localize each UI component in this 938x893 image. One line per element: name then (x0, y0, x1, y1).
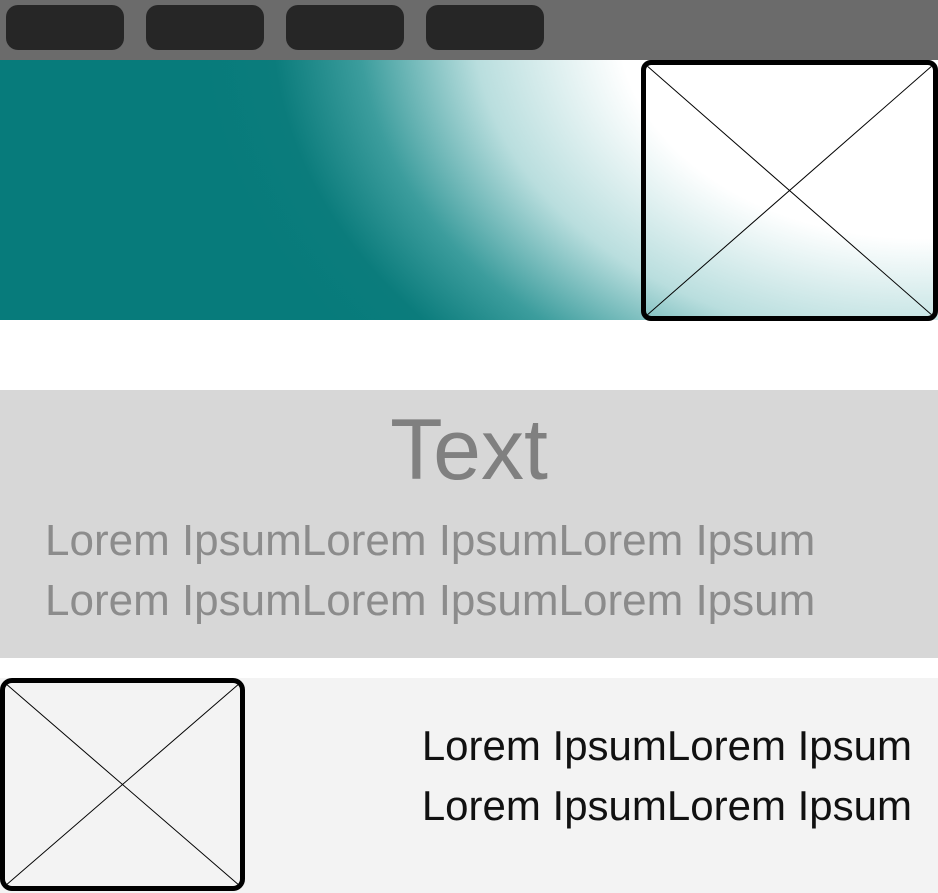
bottom-text-line-1: Lorem IpsumLorem Ipsum (421, 722, 912, 769)
body-text-line-1: Lorem IpsumLorem IpsumLorem Ipsum (45, 516, 816, 565)
top-nav-bar (0, 0, 938, 60)
nav-button-2[interactable] (146, 5, 264, 50)
nav-button-1[interactable] (6, 5, 124, 50)
body-text-line-2: Lorem IpsumLorem IpsumLorem Ipsum (45, 576, 816, 625)
section-title: Text (390, 402, 548, 498)
text-section: Text Lorem IpsumLorem IpsumLorem Ipsum L… (0, 390, 938, 658)
nav-button-3[interactable] (286, 5, 404, 50)
image-placeholder-icon (646, 65, 933, 316)
nav-button-4[interactable] (426, 5, 544, 50)
image-placeholder-icon (5, 683, 240, 886)
bottom-text-line-2: Lorem IpsumLorem Ipsum (421, 782, 912, 829)
bottom-image-placeholder (0, 678, 245, 891)
hero-image-placeholder (641, 60, 938, 321)
